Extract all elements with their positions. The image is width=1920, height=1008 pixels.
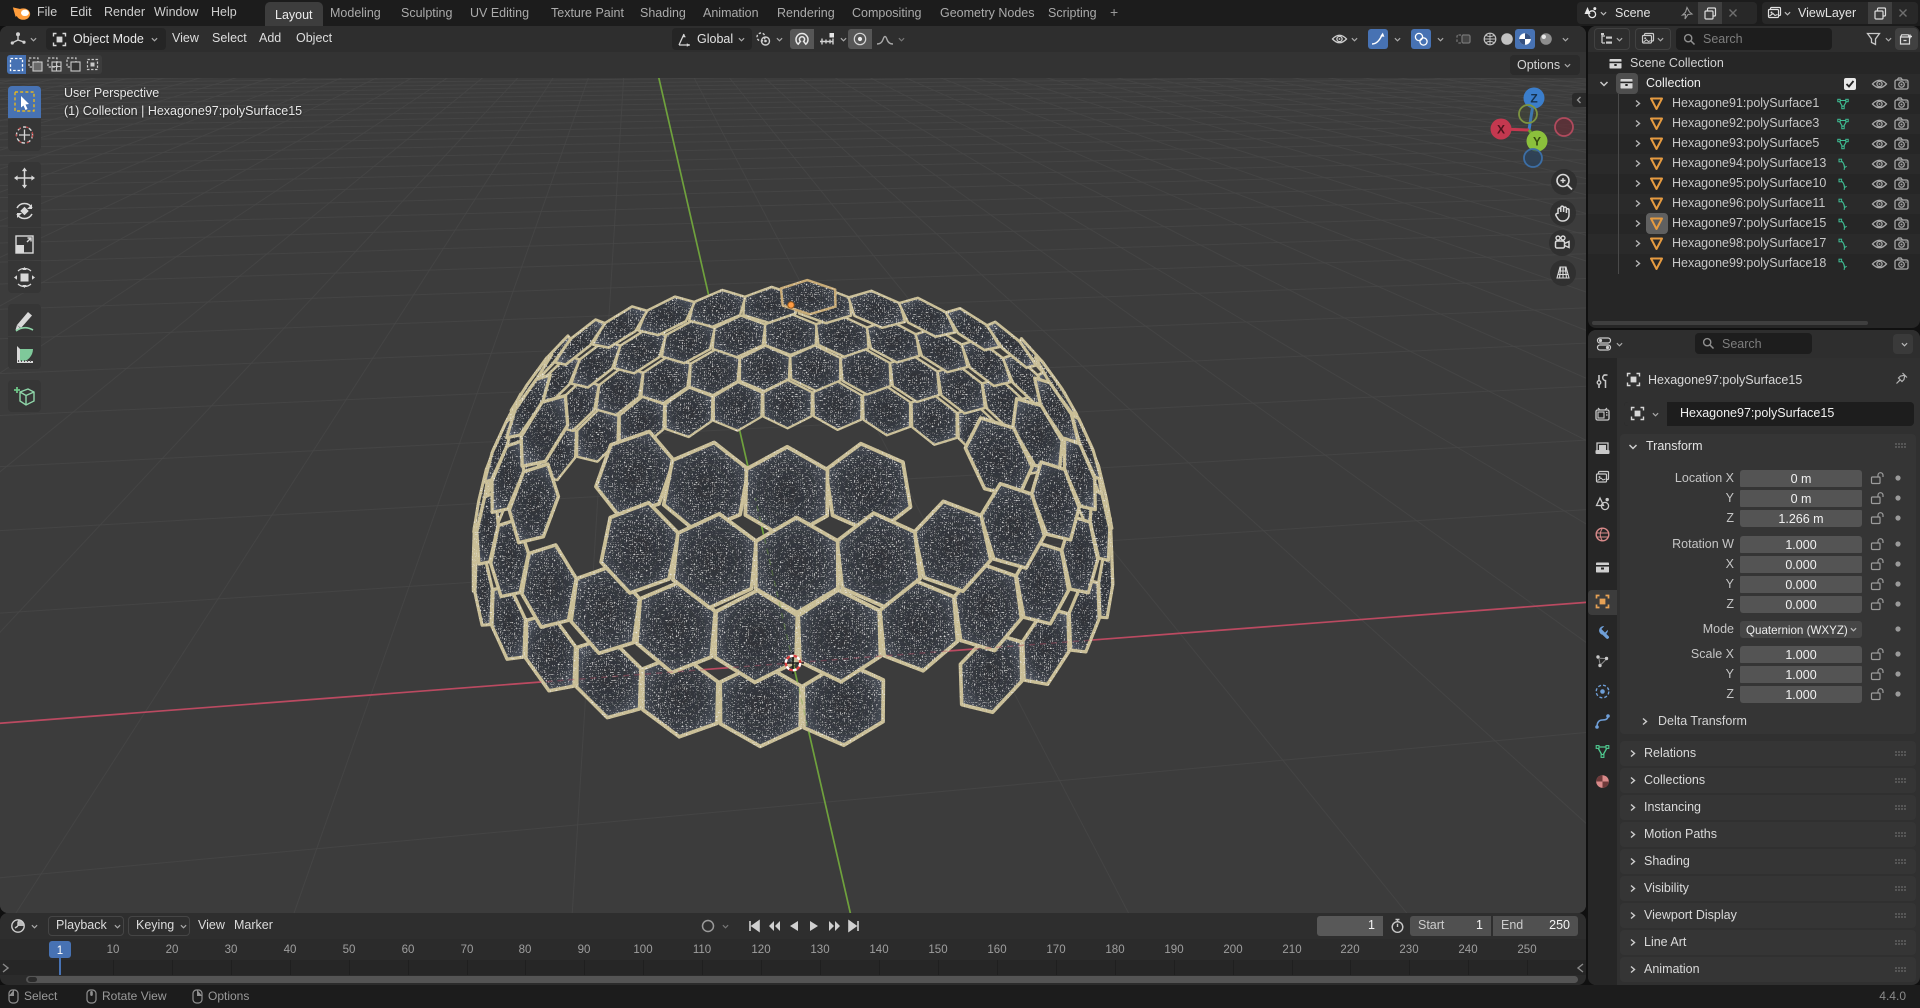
svg-text:Y: Y (1533, 135, 1541, 149)
svg-text:X: X (1497, 123, 1505, 137)
svg-text:Z: Z (1530, 92, 1537, 106)
